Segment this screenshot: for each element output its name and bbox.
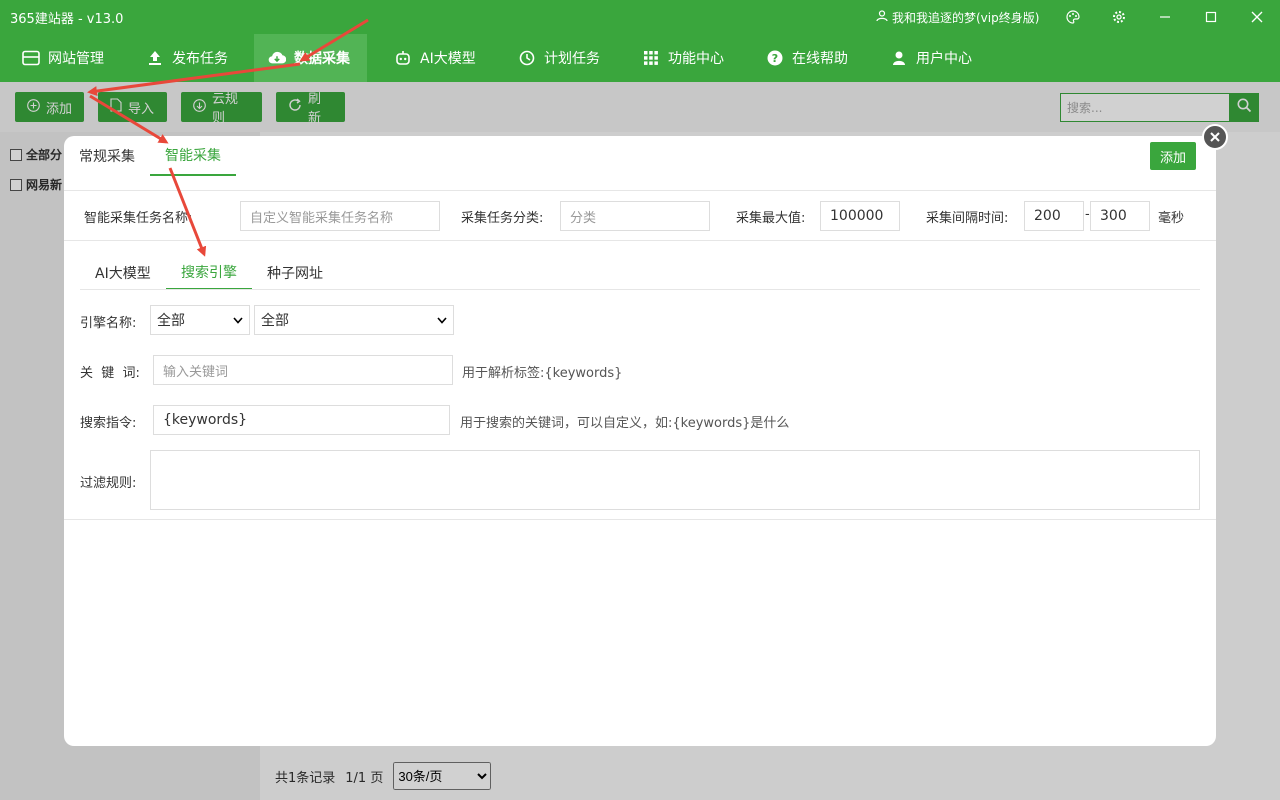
engine-select-value: 全部 [157, 313, 185, 329]
divider [64, 240, 1216, 241]
divider [80, 289, 1200, 290]
keyword-label: 关 键 词: [80, 366, 140, 381]
nav-label: 网站管理 [48, 51, 104, 67]
engine-label: 引擎名称: [80, 316, 137, 331]
palette-icon[interactable] [1063, 7, 1083, 27]
main-nav: 网站管理 发布任务 数据采集 AI大模型 计划任务 功能中心 ? 在线帮助 用户… [0, 34, 1280, 82]
max-label: 采集最大值: [736, 211, 806, 226]
tab-regular-collection[interactable]: 常规采集 [64, 136, 150, 176]
nav-online-help[interactable]: ? 在线帮助 [752, 34, 862, 82]
nav-label: 计划任务 [544, 51, 600, 67]
clock-icon [518, 49, 536, 67]
nav-label: 用户中心 [916, 51, 972, 67]
chevron-down-icon [233, 312, 243, 328]
dialog-close-button[interactable] [1202, 124, 1228, 150]
keyword-input[interactable]: 输入关键词 [153, 355, 453, 385]
cloud-download-icon [268, 49, 286, 67]
nav-ai-model[interactable]: AI大模型 [380, 34, 490, 82]
interval-min-input[interactable]: 200 [1024, 201, 1084, 231]
nav-website-management[interactable]: 网站管理 [8, 34, 118, 82]
filter-label: 过滤规则: [80, 476, 137, 491]
nav-publish-task[interactable]: 发布任务 [132, 34, 242, 82]
nav-label: AI大模型 [420, 51, 476, 67]
interval-label: 采集间隔时间: [926, 211, 1009, 226]
task-name-input[interactable]: 自定义智能采集任务名称 [240, 201, 440, 231]
title-bar: 365建站器 - v13.0 我和我追逐的梦(vip终身版) [0, 0, 1280, 34]
app-title: 365建站器 - v13.0 [10, 12, 124, 27]
grid-icon [642, 49, 660, 67]
keyword-hint: 用于解析标签:{keywords} [462, 366, 623, 381]
interval-max-input[interactable]: 300 [1090, 201, 1150, 231]
close-icon [1209, 128, 1221, 147]
website-icon [22, 49, 40, 67]
nav-data-collection[interactable]: 数据采集 [254, 34, 367, 82]
category-label: 采集任务分类: [461, 211, 544, 226]
nav-user-center[interactable]: 用户中心 [876, 34, 986, 82]
user-name: 我和我追逐的梦(vip终身版) [892, 11, 1040, 25]
user-info[interactable]: 我和我追逐的梦(vip终身版) [876, 9, 1039, 26]
upload-icon [146, 49, 164, 67]
minimize-icon[interactable] [1155, 7, 1175, 27]
tab-smart-collection[interactable]: 智能采集 [150, 136, 236, 176]
nav-label: 发布任务 [172, 51, 228, 67]
close-icon[interactable] [1247, 7, 1267, 27]
robot-icon [394, 49, 412, 67]
nav-scheduled-task[interactable]: 计划任务 [504, 34, 614, 82]
engine-select-primary[interactable]: 全部 [150, 305, 250, 335]
help-icon: ? [766, 49, 784, 67]
nav-function-center[interactable]: 功能中心 [628, 34, 738, 82]
interval-separator: - [1085, 207, 1090, 222]
task-name-label: 智能采集任务名称: [84, 211, 193, 226]
svg-text:?: ? [772, 52, 778, 65]
divider [64, 519, 1216, 520]
divider [64, 190, 1216, 191]
nav-label: 功能中心 [668, 51, 724, 67]
command-input[interactable]: {keywords} [153, 405, 450, 435]
chevron-down-icon [437, 312, 447, 328]
command-label: 搜索指令: [80, 416, 137, 431]
dialog-add-button[interactable]: 添加 [1150, 142, 1196, 170]
subtab-seed-url[interactable]: 种子网址 [252, 256, 338, 290]
user-icon [890, 49, 908, 67]
engine-select-secondary[interactable]: 全部 [254, 305, 454, 335]
command-hint: 用于搜索的关键词，可以自定义，如:{keywords}是什么 [460, 416, 790, 431]
maximize-icon[interactable] [1201, 7, 1221, 27]
max-input[interactable]: 100000 [820, 201, 900, 231]
nav-label: 数据采集 [294, 51, 350, 67]
nav-label: 在线帮助 [792, 51, 848, 67]
gear-icon[interactable] [1109, 7, 1129, 27]
category-input[interactable]: 分类 [560, 201, 710, 231]
filter-textarea[interactable] [150, 450, 1200, 510]
interval-unit: 毫秒 [1158, 211, 1185, 226]
engine-select-value: 全部 [261, 313, 289, 329]
user-icon [876, 10, 888, 25]
smart-collection-dialog: 常规采集 智能采集 添加 智能采集任务名称: 自定义智能采集任务名称 采集任务分… [64, 136, 1216, 746]
subtab-ai-model[interactable]: AI大模型 [80, 256, 166, 290]
subtab-search-engine[interactable]: 搜索引擎 [166, 256, 252, 290]
